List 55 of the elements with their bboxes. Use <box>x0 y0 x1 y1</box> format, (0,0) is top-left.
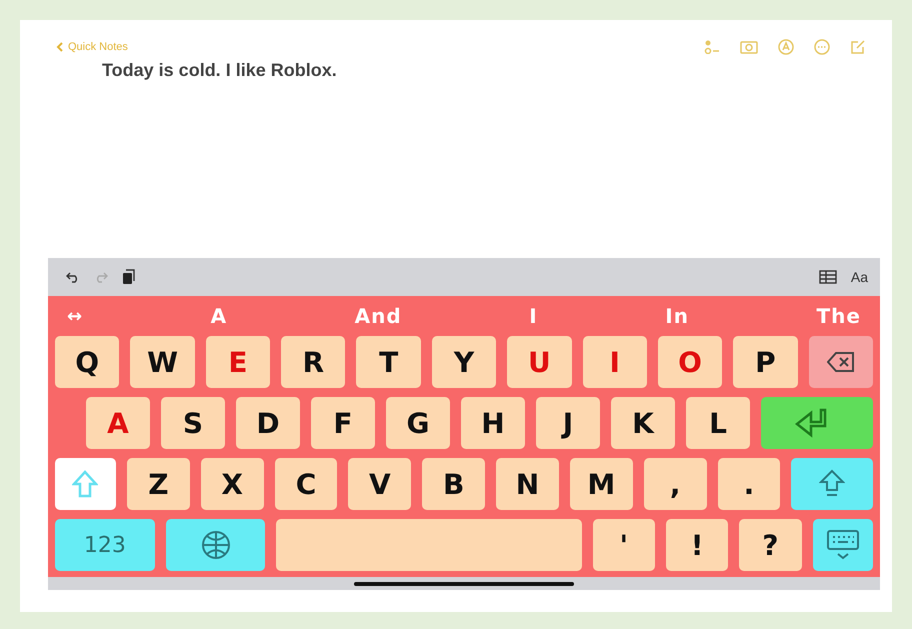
note-text[interactable]: Today is cold. I like Roblox. <box>102 60 337 81</box>
key[interactable]: O <box>658 336 722 388</box>
key[interactable]: G <box>386 397 450 449</box>
key[interactable]: M <box>570 458 633 510</box>
key[interactable]: A <box>86 397 150 449</box>
key[interactable]: Q <box>55 336 120 388</box>
format-button[interactable]: Aa <box>850 269 868 285</box>
key[interactable]: , <box>644 458 707 510</box>
key[interactable]: I <box>582 336 647 388</box>
key[interactable] <box>812 519 873 571</box>
key[interactable]: F <box>311 397 375 449</box>
delete-icon <box>826 351 855 373</box>
key[interactable]: U <box>507 336 572 388</box>
key[interactable]: R <box>281 336 346 388</box>
checklist-icon[interactable] <box>704 40 720 54</box>
key[interactable]: N <box>496 458 559 510</box>
key[interactable]: B <box>422 458 486 510</box>
key[interactable] <box>166 519 266 571</box>
table-icon[interactable] <box>818 270 837 284</box>
shift-icon <box>72 470 98 498</box>
more-icon[interactable] <box>814 39 830 55</box>
chevron-left-icon <box>56 42 63 52</box>
shift-icon <box>819 469 846 499</box>
key[interactable]: X <box>200 458 264 510</box>
key[interactable]: T <box>356 336 421 388</box>
key[interactable]: ' <box>592 519 655 571</box>
undo-icon[interactable] <box>66 271 80 283</box>
key[interactable]: J <box>536 397 600 449</box>
key[interactable]: Z <box>126 458 190 510</box>
key[interactable]: H <box>461 397 525 449</box>
redo-icon[interactable] <box>94 271 108 283</box>
key[interactable]: P <box>733 336 798 388</box>
key[interactable] <box>791 458 874 510</box>
compose-icon[interactable] <box>850 39 866 55</box>
key[interactable]: S <box>161 397 225 449</box>
home-indicator[interactable] <box>354 582 574 586</box>
key[interactable]: W <box>130 336 195 388</box>
key[interactable]: L <box>686 397 750 449</box>
key[interactable]: E <box>206 336 270 388</box>
key[interactable]: D <box>236 397 300 449</box>
camera-icon[interactable] <box>740 40 758 54</box>
key[interactable]: K <box>611 397 675 449</box>
keyboard-hide-icon <box>826 529 860 561</box>
paste-icon[interactable] <box>122 269 136 285</box>
key[interactable]: ? <box>739 519 802 571</box>
key[interactable]: C <box>274 458 338 510</box>
key[interactable] <box>761 397 873 449</box>
key[interactable] <box>808 336 873 388</box>
globe-icon <box>200 529 232 561</box>
key[interactable]: . <box>718 458 780 510</box>
key[interactable]: 123 <box>55 519 155 571</box>
key[interactable]: ! <box>666 519 728 571</box>
key[interactable]: V <box>348 458 412 510</box>
markup-icon[interactable] <box>778 39 794 55</box>
key[interactable]: Y <box>432 336 496 388</box>
